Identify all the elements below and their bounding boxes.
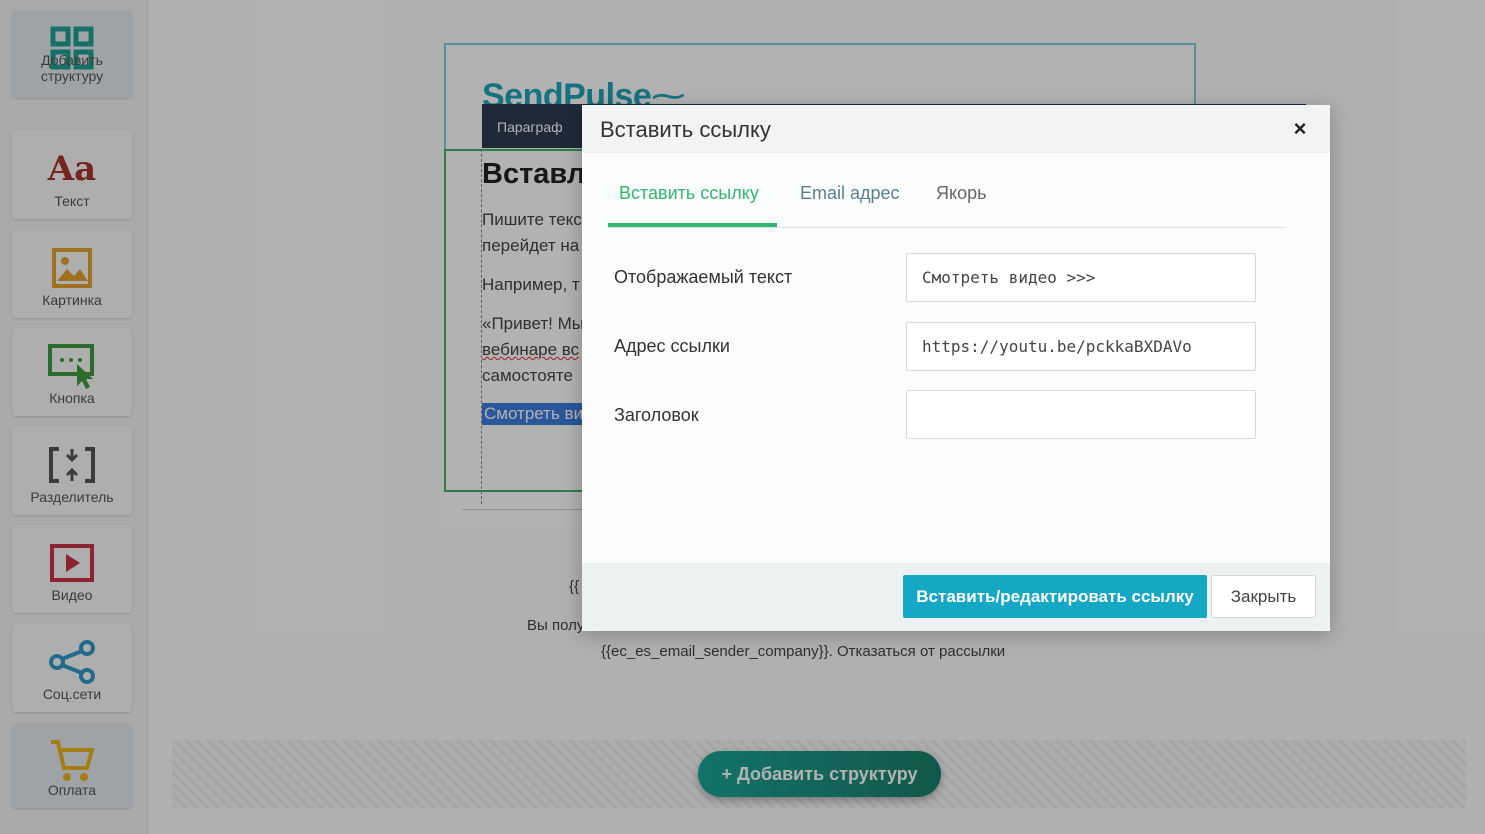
display-text-label: Отображаемый текст (614, 267, 793, 287)
insert-edit-link-button[interactable]: Вставить/редактировать ссылку (903, 575, 1207, 618)
display-text-input[interactable] (906, 253, 1256, 302)
close-icon[interactable]: × (1290, 117, 1310, 141)
dialog-title: Вставить ссылку (600, 117, 771, 142)
tab-email-address[interactable]: Email адрес (800, 183, 900, 204)
tab-insert-link[interactable]: Вставить ссылку (619, 183, 759, 204)
close-button[interactable]: Закрыть (1211, 575, 1316, 618)
link-title-input[interactable] (906, 390, 1256, 439)
link-title-label: Заголовок (614, 405, 699, 425)
active-tab-indicator (608, 223, 777, 227)
insert-link-dialog: Вставить ссылку × Вставить ссылку Email … (582, 105, 1330, 631)
link-url-label: Адрес ссылки (614, 336, 730, 356)
link-url-input[interactable] (906, 322, 1256, 371)
tab-anchor[interactable]: Якорь (936, 183, 986, 204)
